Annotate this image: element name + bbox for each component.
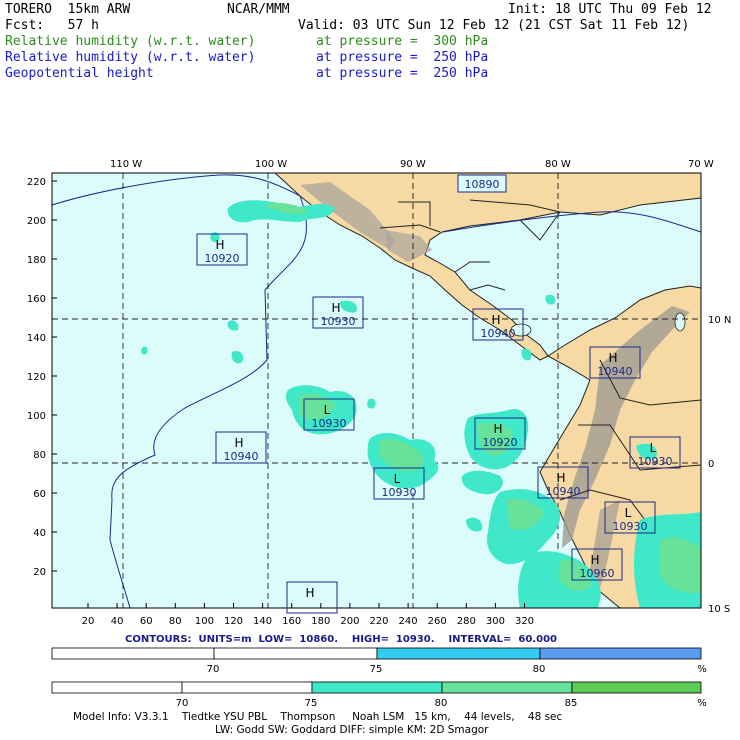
svg-text:10940: 10940 [598,365,633,378]
lat-label-0: 0 [708,459,714,470]
colorbar-250hpa: 70 75 80% [51,647,707,675]
x-tick-label: 280 [457,616,476,627]
x-tick-label: 160 [282,616,301,627]
y-tick-label: 220 [27,177,46,188]
x-tick-label: 260 [428,616,447,627]
colorbar-segment [311,681,443,694]
svg-text:10930: 10930 [321,315,356,328]
physics-info: LW: Godd SW: Goddard DIFF: simple KM: 2D… [215,724,489,736]
x-tick-label: 40 [111,616,124,627]
x-tick-label: 120 [224,616,243,627]
x-tick-label: 100 [195,616,214,627]
x-tick-label: 20 [82,616,95,627]
svg-text:10940: 10940 [546,485,581,498]
svg-text:10920: 10920 [205,252,240,265]
x-tick-label: 320 [515,616,534,627]
y-tick-label: 180 [27,255,46,266]
svg-text:10960: 10960 [580,567,615,580]
colorbar-segment [441,681,573,694]
svg-text:H: H [491,313,500,327]
lon-label-80w: 80 W [545,159,571,170]
lon-label-100w: 100 W [255,159,287,170]
x-tick-label: 240 [399,616,418,627]
svg-text:H: H [331,301,340,315]
svg-text:10920: 10920 [483,436,518,449]
lon-label-90w: 90 W [400,159,426,170]
colorbar-segment [51,681,183,694]
svg-text:H: H [305,586,314,600]
weather-map: 110 W 100 W 90 W 80 W 70 W 10 N 0 10 S 2… [27,159,731,709]
svg-text:10940: 10940 [481,327,516,340]
colorbar-label: 80 [533,664,546,675]
colorbar-segment [181,681,313,694]
y-tick-label: 80 [33,450,46,461]
x-tick-label: 180 [311,616,330,627]
colorbar-segment [539,647,702,660]
svg-text:10930: 10930 [613,520,648,533]
colorbar-segment [376,647,541,660]
colorbar-label: 85 [565,698,578,709]
lon-labels: 110 W 100 W 90 W 80 W 70 W [110,159,714,170]
svg-text:10930: 10930 [312,417,347,430]
center-high: 10890 [457,174,507,193]
svg-text:H: H [234,436,243,450]
x-tick-label: 60 [140,616,153,627]
svg-text:10930: 10930 [382,486,417,499]
lon-label-70w: 70 W [688,159,714,170]
svg-text:H: H [608,351,617,365]
lat-labels: 10 N 0 10 S [708,315,731,615]
y-tick-label: 140 [27,333,46,344]
y-tick-label: 60 [33,489,46,500]
y-tick-label: 200 [27,216,46,227]
lake-maracaibo [674,312,686,332]
svg-text:H: H [590,553,599,567]
y-tick-label: 40 [33,528,46,539]
lon-label-110w: 110 W [110,159,142,170]
svg-text:10930: 10930 [638,455,673,468]
contours-info: CONTOURS: UNITS=m LOW= 10860. HIGH= 1093… [125,634,557,645]
colorbar-label: 70 [176,698,189,709]
colorbar-300hpa: 70 75 80 85% [51,681,707,709]
y-tick-label: 20 [33,567,46,578]
x-tick-label: 300 [486,616,505,627]
svg-text:H: H [556,471,565,485]
model-info: Model Info: V3.3.1 Tiedtke YSU PBL Thomp… [73,711,563,723]
svg-text:H: H [493,422,502,436]
y-tick-label: 160 [27,294,46,305]
svg-text:L: L [394,472,401,486]
colorbar-label: 75 [305,698,318,709]
colorbar-label: % [697,664,707,675]
x-tick-label: 80 [169,616,182,627]
colorbar-segment [571,681,702,694]
colorbar-segment [51,647,215,660]
svg-text:10940: 10940 [224,450,259,463]
colorbar-label: 80 [435,698,448,709]
colorbar-label: % [697,698,707,709]
colorbar-label: 75 [370,664,383,675]
colorbar-segment [213,647,378,660]
svg-text:10890: 10890 [465,178,500,191]
svg-text:H: H [215,238,224,252]
svg-text:L: L [324,403,331,417]
x-tick-label: 220 [369,616,388,627]
lat-label-10s: 10 S [708,604,730,615]
lat-label-10n: 10 N [708,315,731,326]
svg-text:L: L [625,506,632,520]
colorbar-label: 70 [207,664,220,675]
x-tick-label: 140 [253,616,272,627]
x-tick-label: 200 [340,616,359,627]
y-tick-label: 100 [27,411,46,422]
svg-text:L: L [650,441,657,455]
y-tick-label: 120 [27,372,46,383]
